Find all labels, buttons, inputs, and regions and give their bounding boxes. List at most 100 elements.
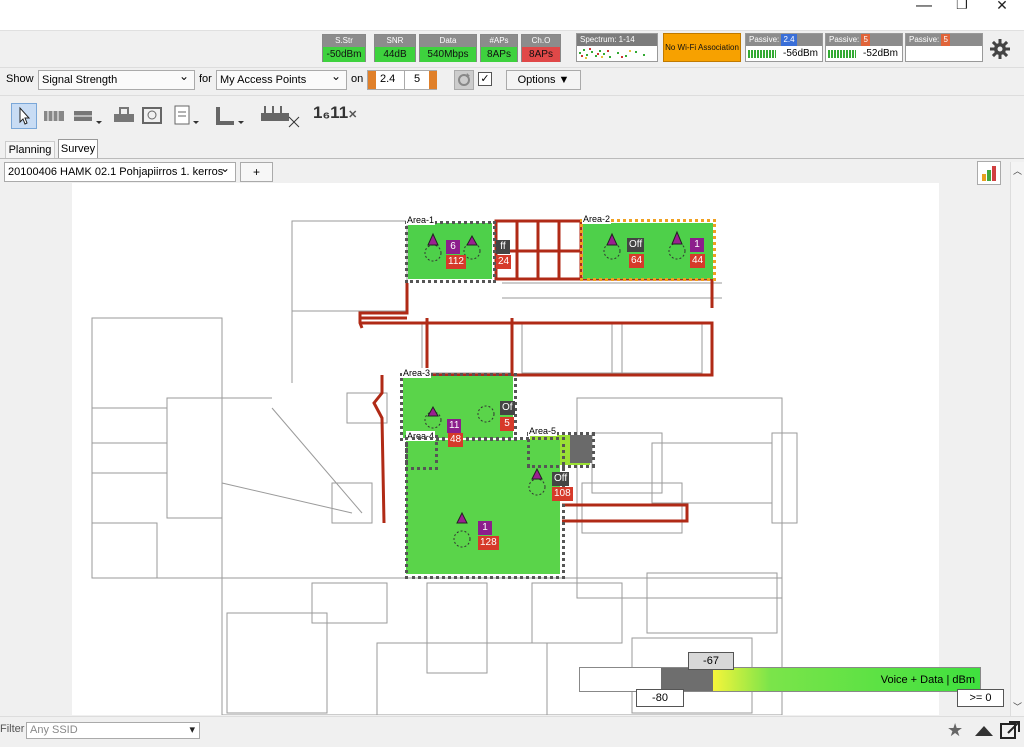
value-badge: 64 (629, 254, 645, 268)
star-icon[interactable]: ★ (947, 720, 967, 740)
value-badge: 128 (478, 536, 499, 550)
brick-wall-tool-icon[interactable] (72, 103, 104, 129)
band-chip: 5 (941, 34, 950, 46)
scroll-up-icon[interactable]: ︿ (1013, 164, 1022, 177)
show-select[interactable]: Signal Strength (38, 67, 195, 90)
access-points-layer (424, 230, 686, 548)
chart-icon[interactable] (977, 161, 1001, 185)
stat-value: 540Mbps (420, 47, 476, 62)
stat-label: SNR (375, 35, 415, 47)
on-label: on (351, 73, 364, 85)
spectrum-widget[interactable]: Spectrum: 1-14 (576, 33, 658, 62)
legend-threshold-high[interactable]: >= 0 (957, 689, 1004, 707)
stat-value: 44dB (375, 47, 415, 62)
value-badge: 108 (552, 487, 573, 501)
tab-survey[interactable]: Survey (58, 139, 98, 158)
select-pointer-icon[interactable] (11, 103, 37, 129)
legend-threshold-top[interactable]: -67 (688, 652, 734, 670)
band-5-label[interactable]: 5 (414, 73, 420, 85)
channel-tool-label: 1₆11 (313, 103, 349, 122)
passive-widget-24[interactable]: Passive: 2.4 -56dBm (745, 33, 823, 62)
for-label: for (199, 73, 212, 85)
value-badge: 44 (690, 254, 706, 268)
minimize-button[interactable]: — (904, 0, 944, 14)
stat-label: S.Str (323, 35, 365, 47)
for-select[interactable]: My Access Points (216, 67, 347, 90)
off-badge: Of (500, 401, 515, 415)
scroll-down-icon[interactable]: ﹀ (1013, 700, 1022, 713)
collapse-up-icon[interactable] (973, 720, 995, 740)
ssid-filter-select[interactable]: Any SSID (26, 722, 200, 739)
legend-label: Voice + Data | dBm (880, 674, 975, 686)
stat-label: Data (420, 35, 476, 47)
stat-channel-overlap[interactable]: Ch.O 8APs (521, 34, 561, 62)
channel-badge: 1 (478, 521, 492, 535)
stat-data-rate[interactable]: Data 540Mbps (419, 34, 477, 62)
stat-label: #APs (481, 35, 517, 47)
off-badge: Off (552, 472, 570, 486)
channel-assign-tool-icon[interactable]: 1₆11✕ (313, 103, 357, 129)
window-tool-icon[interactable] (140, 103, 166, 129)
add-floor-button[interactable]: + (240, 162, 273, 182)
document-tool-icon[interactable] (171, 103, 203, 129)
delete-aps-tool-icon[interactable] (259, 103, 303, 129)
passive-dbm: -56dBm (782, 48, 818, 59)
close-button[interactable]: ✕ (982, 0, 1022, 12)
show-label: Show (6, 73, 34, 85)
maximize-button[interactable]: ❐ (942, 0, 982, 11)
passive-label: Passive: 5 (906, 34, 982, 46)
door-tool-icon[interactable] (112, 103, 138, 129)
passive-widget-5b[interactable]: Passive: 5 (905, 33, 983, 62)
legend-threshold-low[interactable]: -80 (636, 689, 684, 707)
floor-plan-select[interactable]: 20100406 HAMK 02.1 Pohjapiirros 1. kerro… (4, 159, 236, 182)
filter-label: Filter (0, 723, 25, 735)
passive-label-text: Passive: (749, 35, 780, 44)
band-5-indicator (429, 71, 437, 89)
external-window-icon[interactable] (999, 720, 1021, 740)
passive-label-text: Passive: (829, 35, 860, 44)
stat-label: Ch.O (522, 35, 560, 47)
divider (0, 67, 1024, 68)
channel-badge: 1 (690, 238, 704, 252)
gear-icon[interactable] (989, 38, 1011, 60)
value-badge: 24 (496, 255, 512, 269)
stat-ap-count[interactable]: #APs 8APs (480, 34, 518, 62)
refresh-icon[interactable] (454, 70, 474, 90)
area-tool-icon[interactable] (214, 103, 246, 129)
passive-label: Passive: 2.4 (746, 34, 822, 46)
value-badge: 112 (446, 255, 466, 269)
divider (0, 95, 1024, 96)
stat-signal-strength[interactable]: S.Str -50dBm (322, 34, 366, 62)
channel-badge: 6 (446, 240, 460, 254)
band-chip: 2.4 (781, 34, 797, 46)
channel-badge: 11 (447, 419, 462, 433)
stat-value: -50dBm (323, 47, 365, 62)
passive-dbm: -52dBm (862, 48, 898, 59)
title-bar: — ❐ ✕ (0, 0, 1024, 31)
floor-plan-map[interactable]: Area-1 Area-2 Area-3 Area-4 Area-5 6 112… (72, 183, 939, 715)
vertical-scrollbar[interactable]: ︿ ﹀ (1010, 162, 1024, 716)
off-badge: ff (496, 240, 510, 254)
band-chip: 5 (861, 34, 870, 46)
no-wifi-association-badge[interactable]: No Wi-Fi Association (663, 33, 741, 62)
signal-bars-icon (828, 50, 856, 58)
divider (404, 71, 405, 89)
band-selector[interactable]: 2.4 5 (367, 70, 437, 90)
stat-snr[interactable]: SNR 44dB (374, 34, 416, 62)
spectrum-chart (579, 48, 645, 59)
divider (0, 158, 1024, 159)
wall-tool-icon[interactable] (42, 103, 68, 129)
passive-label: Passive: 5 (826, 34, 902, 46)
tab-planning[interactable]: Planning (5, 141, 55, 158)
stat-value: 8APs (522, 47, 560, 62)
stat-value: 8APs (481, 47, 517, 62)
spectrum-label: Spectrum: 1-14 (577, 34, 657, 46)
passive-widget-5[interactable]: Passive: 5 -52dBm (825, 33, 903, 62)
off-badge: Off (627, 238, 645, 252)
band-24-label[interactable]: 2.4 (380, 73, 395, 85)
band-24-indicator (368, 71, 376, 89)
checkbox-icon[interactable]: ✓ (478, 72, 492, 86)
value-badge: 5 (500, 417, 514, 431)
options-button[interactable]: Options ▼ (506, 70, 581, 90)
value-badge: 48 (448, 433, 464, 447)
